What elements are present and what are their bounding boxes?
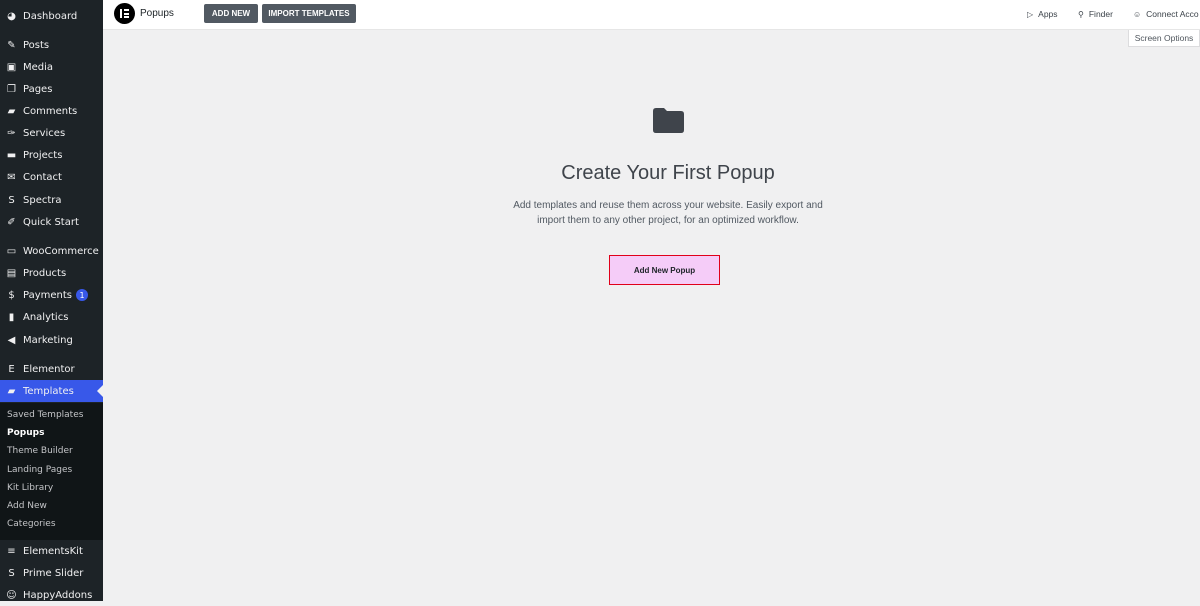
apps-label: Apps xyxy=(1038,9,1058,19)
sidebar-item-posts[interactable]: ✎ Posts xyxy=(0,34,103,56)
sidebar-item-contact[interactable]: ✉ Contact xyxy=(0,166,103,188)
mail-icon: ✉ xyxy=(7,171,16,183)
sidebar-item-label: WooCommerce xyxy=(23,245,99,257)
megaphone-icon: ◀ xyxy=(7,334,16,346)
apps-link[interactable]: ▷ Apps xyxy=(1027,9,1058,19)
sidebar-item-label: Media xyxy=(23,61,54,73)
connect-icon: ☺ xyxy=(1133,9,1142,19)
connect-label: Connect Acco xyxy=(1146,9,1199,19)
sidebar-item-prime-slider[interactable]: S Prime Slider xyxy=(0,562,103,584)
submenu-item-theme-builder[interactable]: Theme Builder xyxy=(7,446,73,456)
sidebar-item-label: Products xyxy=(23,267,67,279)
sidebar-item-label: Dashboard xyxy=(23,10,78,22)
media-icon: ▣ xyxy=(6,61,17,73)
sidebar-item-pages[interactable]: ❐ Pages xyxy=(0,78,103,100)
products-icon: ▤ xyxy=(6,267,17,279)
sidebar-item-label: Elementor xyxy=(23,363,75,375)
submenu-item-add-new[interactable]: Add New xyxy=(7,501,47,511)
empty-state-title: Create Your First Popup xyxy=(561,162,775,184)
finder-link[interactable]: ⚲ Finder xyxy=(1078,9,1113,19)
submenu-item-landing-pages[interactable]: Landing Pages xyxy=(7,465,72,475)
top-bar: Popups ADD NEW IMPORT TEMPLATES ▷ Apps ⚲ F… xyxy=(103,0,1200,30)
sidebar-item-elementskit[interactable]: ≡ ElementsKit xyxy=(0,540,103,562)
finder-label: Finder xyxy=(1088,9,1113,19)
quick-start-icon: ✐ xyxy=(7,216,16,228)
pin-icon: ✎ xyxy=(7,39,16,51)
elementor-icon: E xyxy=(8,363,15,375)
sidebar-item-label: ElementsKit xyxy=(23,545,83,557)
sidebar-item-label: Pages xyxy=(23,83,53,95)
sidebar-item-label: Payments xyxy=(23,289,72,301)
sidebar-item-woocommerce[interactable]: ▭ WooCommerce xyxy=(0,240,103,262)
submenu-item-kit-library[interactable]: Kit Library xyxy=(7,483,53,493)
elementskit-icon: ≡ xyxy=(7,545,16,557)
templates-submenu: Saved Templates Popups Theme Builder Landin… xyxy=(0,403,103,540)
admin-sidebar: ◕ Dashboard ✎ Posts ▣ Media ❐ Pages ▰ Comments ✑ Se… xyxy=(0,0,103,601)
sidebar-item-dashboard[interactable]: ◕ Dashboard xyxy=(0,5,103,27)
connect-account-link[interactable]: ☺ Connect Acco xyxy=(1133,9,1199,19)
elementor-logo-icon xyxy=(114,3,135,24)
analytics-icon: ▮ xyxy=(8,311,15,323)
sidebar-item-label: Posts xyxy=(23,39,50,51)
sidebar-item-label: Comments xyxy=(23,105,78,117)
sidebar-item-label: Projects xyxy=(23,149,63,161)
screen-options-button[interactable]: Screen Options xyxy=(1128,30,1200,47)
apps-icon: ▷ xyxy=(1027,9,1034,19)
search-icon: ⚲ xyxy=(1078,9,1084,19)
submenu-item-popups[interactable]: Popups xyxy=(7,428,44,438)
wrench-icon: ✑ xyxy=(7,127,16,139)
sidebar-item-comments[interactable]: ▰ Comments xyxy=(0,100,103,122)
payments-icon: $ xyxy=(8,289,15,301)
notification-badge: 1 xyxy=(76,289,88,301)
sidebar-item-label: Quick Start xyxy=(23,216,79,228)
woocommerce-icon: ▭ xyxy=(6,245,17,257)
sidebar-item-label: Contact xyxy=(23,171,62,183)
happyaddons-icon: ☺ xyxy=(6,589,17,601)
sidebar-item-quick-start[interactable]: ✐ Quick Start xyxy=(0,211,103,233)
dashboard-icon: ◕ xyxy=(7,10,16,22)
spectra-icon: S xyxy=(8,194,15,206)
sidebar-item-payments[interactable]: $ Payments 1 xyxy=(0,284,103,306)
import-templates-button[interactable]: IMPORT TEMPLATES xyxy=(262,4,356,23)
sidebar-item-label: Marketing xyxy=(23,334,73,346)
add-new-button[interactable]: ADD NEW xyxy=(204,4,258,23)
comment-icon: ▰ xyxy=(7,105,16,117)
add-new-popup-button[interactable]: Add New Popup xyxy=(609,255,720,285)
empty-state-description: Add templates and reuse them across your… xyxy=(103,198,1200,228)
sidebar-item-media[interactable]: ▣ Media xyxy=(0,56,103,78)
page-title: Popups xyxy=(140,8,174,19)
sidebar-item-label: HappyAddons xyxy=(23,589,93,601)
sidebar-item-label: Analytics xyxy=(23,311,69,323)
folder-icon: ▬ xyxy=(6,149,17,161)
sidebar-item-label: Templates xyxy=(23,385,74,397)
sidebar-item-products[interactable]: ▤ Products xyxy=(0,262,103,284)
sidebar-item-label: Services xyxy=(23,127,66,139)
sidebar-item-label: Spectra xyxy=(23,194,62,206)
sidebar-item-spectra[interactable]: S Spectra xyxy=(0,189,103,211)
description-line-2: import them to any other project, for an… xyxy=(537,215,799,226)
sidebar-item-services[interactable]: ✑ Services xyxy=(0,122,103,144)
sidebar-item-happyaddons[interactable]: ☺ HappyAddons xyxy=(0,584,103,606)
folder-icon xyxy=(653,108,684,133)
sidebar-item-templates[interactable]: ▰ Templates xyxy=(0,380,103,402)
submenu-item-saved-templates[interactable]: Saved Templates xyxy=(7,410,83,420)
pages-icon: ❐ xyxy=(7,83,16,95)
templates-folder-icon: ▰ xyxy=(7,385,16,397)
sidebar-item-analytics[interactable]: ▮ Analytics xyxy=(0,306,103,328)
sidebar-item-label: Prime Slider xyxy=(23,567,84,579)
prime-slider-icon: S xyxy=(8,567,15,579)
description-line-1: Add templates and reuse them across your… xyxy=(513,200,823,211)
submenu-item-categories[interactable]: Categories xyxy=(7,519,56,529)
sidebar-item-marketing[interactable]: ◀ Marketing xyxy=(0,329,103,351)
sidebar-item-elementor[interactable]: E Elementor xyxy=(0,358,103,380)
sidebar-item-projects[interactable]: ▬ Projects xyxy=(0,144,103,166)
